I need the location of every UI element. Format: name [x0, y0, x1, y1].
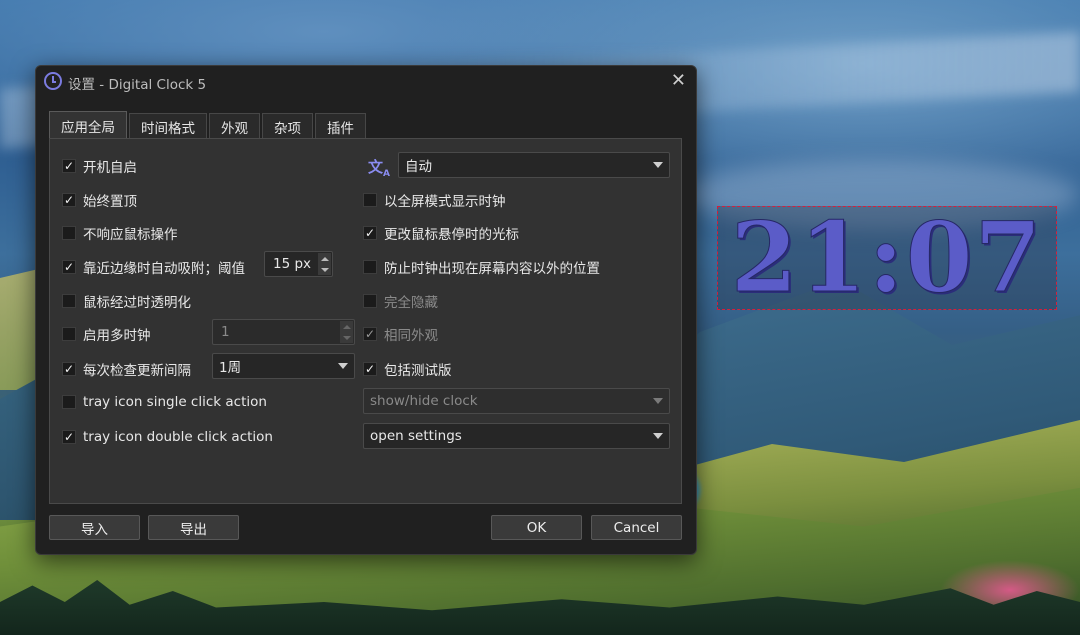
tray-single-click-checkbox[interactable]: [62, 395, 76, 409]
fully-hide-checkbox[interactable]: [363, 294, 377, 308]
tray-single-click-label: tray icon single click action: [83, 394, 267, 410]
snap-to-edge-checkbox[interactable]: ✓: [62, 260, 76, 274]
close-button[interactable]: ✕: [671, 70, 686, 91]
tab-app-global[interactable]: 应用全局: [49, 111, 127, 140]
snap-to-edge-option[interactable]: ✓ 靠近边缘时自动吸附；阈值: [62, 257, 245, 277]
import-button[interactable]: 导入: [49, 515, 140, 540]
snap-threshold-spinbox[interactable]: 15 px: [264, 251, 333, 277]
autostart-option[interactable]: ✓ 开机自启: [62, 156, 137, 176]
chevron-down-icon: [653, 162, 663, 168]
tray-single-click-select[interactable]: show/hide clock: [363, 388, 670, 414]
tab-misc[interactable]: 杂项: [262, 113, 313, 139]
tray-double-click-value: open settings: [370, 428, 462, 444]
title-bar[interactable]: 设置 - Digital Clock 5 ✕: [36, 66, 696, 96]
ignore-mouse-option[interactable]: 不响应鼠标操作: [62, 223, 178, 243]
include-beta-checkbox[interactable]: ✓: [363, 362, 377, 376]
tray-single-click-option[interactable]: tray icon single click action: [62, 394, 267, 410]
fullscreen-option[interactable]: 以全屏模式显示时钟: [363, 190, 506, 210]
digital-clock-widget[interactable]: 21:07: [717, 206, 1057, 310]
export-button[interactable]: 导出: [148, 515, 239, 540]
tray-double-click-label: tray icon double click action: [83, 429, 273, 445]
transparent-on-hover-option[interactable]: 鼠标经过时透明化: [62, 291, 191, 311]
tray-double-click-checkbox[interactable]: ✓: [62, 430, 76, 444]
update-interval-select[interactable]: 1周: [212, 353, 355, 379]
always-on-top-label: 始终置顶: [83, 194, 137, 210]
autostart-label: 开机自启: [83, 160, 137, 176]
keep-on-screen-label: 防止时钟出现在屏幕内容以外的位置: [384, 261, 600, 277]
same-appearance-option[interactable]: ✓ 相同外观: [363, 324, 438, 344]
clock-icon: [44, 72, 62, 90]
tab-plugins[interactable]: 插件: [315, 113, 366, 139]
chevron-down-icon: [653, 398, 663, 404]
multi-clock-label: 启用多时钟: [83, 328, 151, 344]
language-select[interactable]: 自动: [398, 152, 670, 178]
cancel-button[interactable]: Cancel: [591, 515, 682, 540]
transparent-on-hover-label: 鼠标经过时透明化: [83, 295, 191, 311]
multi-clock-checkbox[interactable]: [62, 327, 76, 341]
ok-button[interactable]: OK: [491, 515, 582, 540]
same-appearance-label: 相同外观: [384, 328, 438, 344]
multi-clock-count-value: 1: [221, 324, 230, 340]
autostart-checkbox[interactable]: ✓: [62, 159, 76, 173]
update-check-option[interactable]: ✓ 每次检查更新间隔: [62, 359, 191, 379]
settings-dialog: 设置 - Digital Clock 5 ✕ 应用全局 时间格式 外观 杂项 插…: [35, 65, 697, 555]
keep-on-screen-option[interactable]: 防止时钟出现在屏幕内容以外的位置: [363, 257, 600, 277]
clock-time: 21:07: [730, 201, 1044, 314]
tray-double-click-option[interactable]: ✓ tray icon double click action: [62, 429, 273, 445]
spin-down-button[interactable]: [318, 264, 331, 275]
spin-buttons: [318, 253, 331, 275]
same-appearance-checkbox[interactable]: ✓: [363, 327, 377, 341]
fullscreen-checkbox[interactable]: [363, 193, 377, 207]
change-cursor-checkbox[interactable]: ✓: [363, 226, 377, 240]
chevron-down-icon: [653, 433, 663, 439]
tab-appearance[interactable]: 外观: [209, 113, 260, 139]
tab-bar: 应用全局 时间格式 外观 杂项 插件: [49, 111, 368, 140]
include-beta-label: 包括测试版: [384, 363, 452, 379]
change-cursor-option[interactable]: ✓ 更改鼠标悬停时的光标: [363, 223, 519, 243]
multi-clock-option[interactable]: 启用多时钟: [62, 324, 151, 344]
fully-hide-label: 完全隐藏: [384, 295, 438, 311]
always-on-top-checkbox[interactable]: ✓: [62, 193, 76, 207]
update-interval-value: 1周: [219, 360, 242, 376]
ignore-mouse-checkbox[interactable]: [62, 226, 76, 240]
ignore-mouse-label: 不响应鼠标操作: [83, 227, 178, 243]
tray-single-click-value: show/hide clock: [370, 393, 478, 409]
include-beta-option[interactable]: ✓ 包括测试版: [363, 359, 452, 379]
spin-buttons: [340, 321, 353, 343]
spin-up-button[interactable]: [340, 321, 353, 332]
translate-icon: 文A: [368, 158, 390, 179]
snap-to-edge-label: 靠近边缘时自动吸附；阈值: [83, 261, 245, 277]
multi-clock-count-spinbox[interactable]: 1: [212, 319, 355, 345]
chevron-down-icon: [338, 363, 348, 369]
transparent-on-hover-checkbox[interactable]: [62, 294, 76, 308]
keep-on-screen-checkbox[interactable]: [363, 260, 377, 274]
change-cursor-label: 更改鼠标悬停时的光标: [384, 227, 519, 243]
fullscreen-label: 以全屏模式显示时钟: [384, 194, 506, 210]
fully-hide-option[interactable]: 完全隐藏: [363, 291, 438, 311]
settings-panel: ✓ 开机自启 ✓ 始终置顶 不响应鼠标操作 ✓ 靠近边缘时自动吸附；阈值 15 …: [49, 138, 682, 504]
update-check-label: 每次检查更新间隔: [83, 363, 191, 379]
snap-threshold-value: 15 px: [273, 256, 312, 272]
language-value: 自动: [405, 159, 432, 175]
always-on-top-option[interactable]: ✓ 始终置顶: [62, 190, 137, 210]
update-check-checkbox[interactable]: ✓: [62, 362, 76, 376]
spin-down-button[interactable]: [340, 332, 353, 343]
spin-up-button[interactable]: [318, 253, 331, 264]
tray-double-click-select[interactable]: open settings: [363, 423, 670, 449]
window-title: 设置 - Digital Clock 5: [68, 77, 207, 93]
tab-time-format[interactable]: 时间格式: [129, 113, 207, 139]
